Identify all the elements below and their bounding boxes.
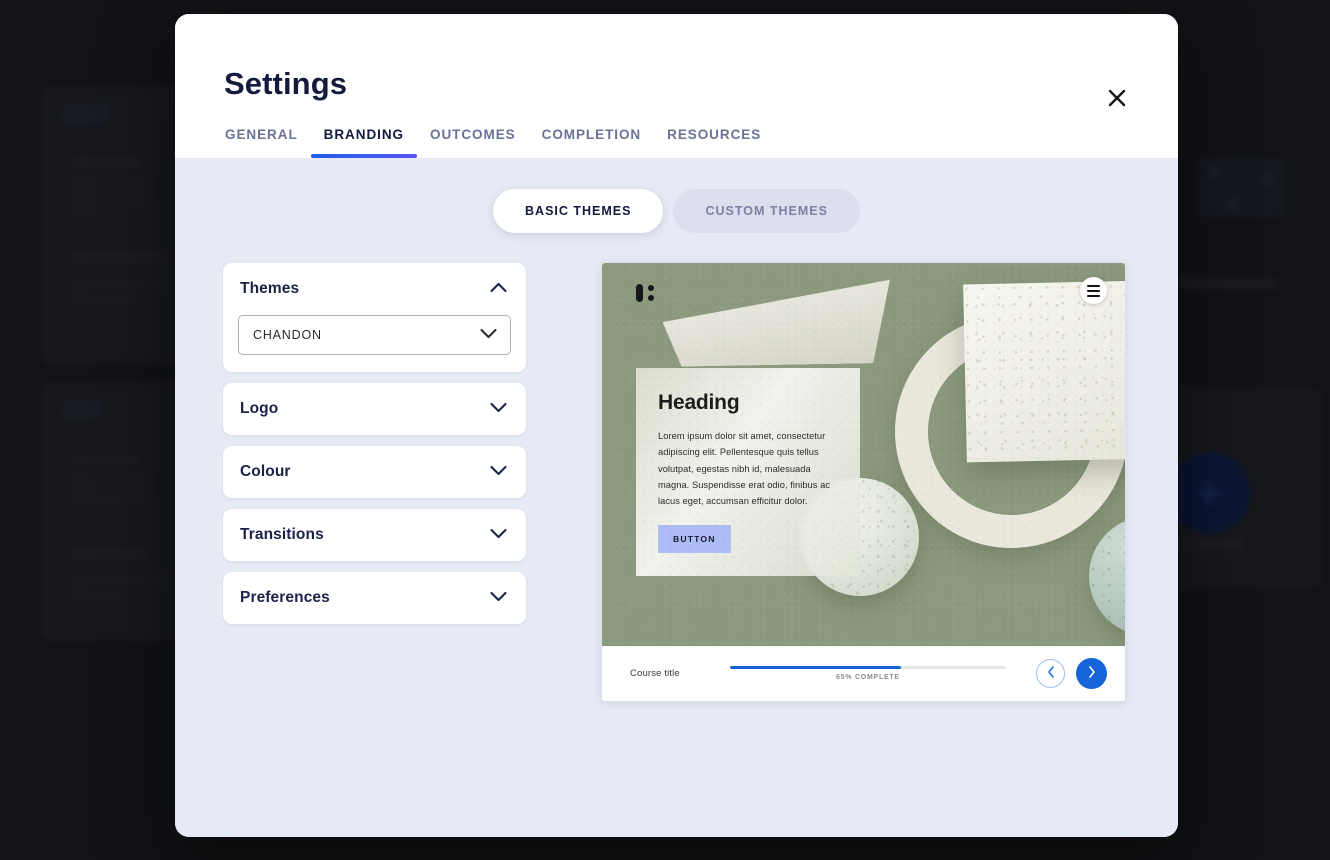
- chevron-down-icon: [490, 463, 507, 481]
- theme-preview: Heading Lorem ipsum dolor sit amet, cons…: [602, 263, 1125, 701]
- preview-body-text: Lorem ipsum dolor sit amet, consectetur …: [658, 431, 831, 507]
- course-progress: 65% COMPLETE: [696, 666, 1020, 681]
- panel-preferences-header[interactable]: Preferences: [223, 572, 526, 624]
- branding-accordion: Themes CHANDON Logo Colour Transitions P…: [223, 263, 526, 635]
- decorative-slab-shape: [963, 279, 1125, 463]
- panel-logo: Logo: [223, 383, 526, 435]
- close-button[interactable]: [1101, 82, 1133, 114]
- progress-label: 65% COMPLETE: [836, 673, 900, 681]
- progress-fill: [729, 666, 902, 669]
- panel-colour-title: Colour: [240, 463, 291, 480]
- preview-stage: Heading Lorem ipsum dolor sit amet, cons…: [602, 263, 1125, 646]
- tab-resources[interactable]: RESOURCES: [654, 127, 774, 158]
- chevron-down-icon: [480, 326, 497, 344]
- panel-colour-header[interactable]: Colour: [223, 446, 526, 498]
- modal-header: Settings GENERAL BRANDING OUTCOMES COMPL…: [175, 14, 1178, 158]
- close-icon: [1106, 87, 1128, 109]
- preview-navigation: [1036, 658, 1107, 689]
- panel-themes-body: CHANDON: [223, 315, 526, 372]
- decorative-wedge-shape: [661, 263, 892, 367]
- tab-general[interactable]: GENERAL: [223, 127, 311, 158]
- preview-heading: Heading: [658, 391, 740, 414]
- settings-modal: Settings GENERAL BRANDING OUTCOMES COMPL…: [175, 14, 1178, 837]
- custom-themes-button[interactable]: CUSTOM THEMES: [673, 189, 860, 233]
- modal-body: BASIC THEMES CUSTOM THEMES Themes CHANDO…: [175, 158, 1178, 837]
- tab-completion[interactable]: COMPLETION: [529, 127, 655, 158]
- decorative-sphere-teal: [1089, 516, 1125, 636]
- panel-transitions-header[interactable]: Transitions: [223, 509, 526, 561]
- course-title-label: Course title: [630, 668, 680, 679]
- panel-themes-header[interactable]: Themes: [223, 263, 526, 315]
- chevron-right-icon: [1088, 666, 1096, 681]
- theme-mode-toggle: BASIC THEMES CUSTOM THEMES: [175, 189, 1178, 233]
- chevron-down-icon: [490, 400, 507, 418]
- preview-cta-button[interactable]: BUTTON: [658, 525, 731, 554]
- tab-outcomes[interactable]: OUTCOMES: [417, 127, 529, 158]
- progress-track: [729, 666, 1006, 669]
- next-page-button[interactable]: [1076, 658, 1107, 689]
- theme-select[interactable]: CHANDON: [238, 315, 511, 355]
- basic-themes-button[interactable]: BASIC THEMES: [493, 189, 664, 233]
- chevron-down-icon: [490, 589, 507, 607]
- previous-page-button[interactable]: [1036, 659, 1065, 688]
- hamburger-menu-icon[interactable]: [1080, 277, 1107, 304]
- panel-logo-header[interactable]: Logo: [223, 383, 526, 435]
- panel-logo-title: Logo: [240, 400, 279, 417]
- settings-tabs: GENERAL BRANDING OUTCOMES COMPLETION RES…: [223, 127, 774, 158]
- branding-content: Themes CHANDON Logo Colour Transitions P…: [175, 263, 1178, 701]
- panel-preferences: Preferences: [223, 572, 526, 624]
- panel-colour: Colour: [223, 446, 526, 498]
- page-title: Settings: [224, 66, 348, 101]
- panel-themes: Themes CHANDON: [223, 263, 526, 372]
- theme-select-value: CHANDON: [253, 328, 322, 342]
- panel-themes-title: Themes: [240, 280, 300, 297]
- panel-transitions: Transitions: [223, 509, 526, 561]
- panel-preferences-title: Preferences: [240, 589, 330, 606]
- preview-footer: Course title 65% COMPLETE: [602, 646, 1125, 701]
- logo-mark-icon: [636, 283, 658, 303]
- tab-branding[interactable]: BRANDING: [310, 127, 418, 158]
- chevron-left-icon: [1047, 666, 1055, 681]
- panel-transitions-title: Transitions: [240, 526, 324, 543]
- chevron-up-icon: [490, 280, 507, 298]
- chevron-down-icon: [490, 526, 507, 544]
- preview-content-card: Heading Lorem ipsum dolor sit amet, cons…: [636, 368, 860, 576]
